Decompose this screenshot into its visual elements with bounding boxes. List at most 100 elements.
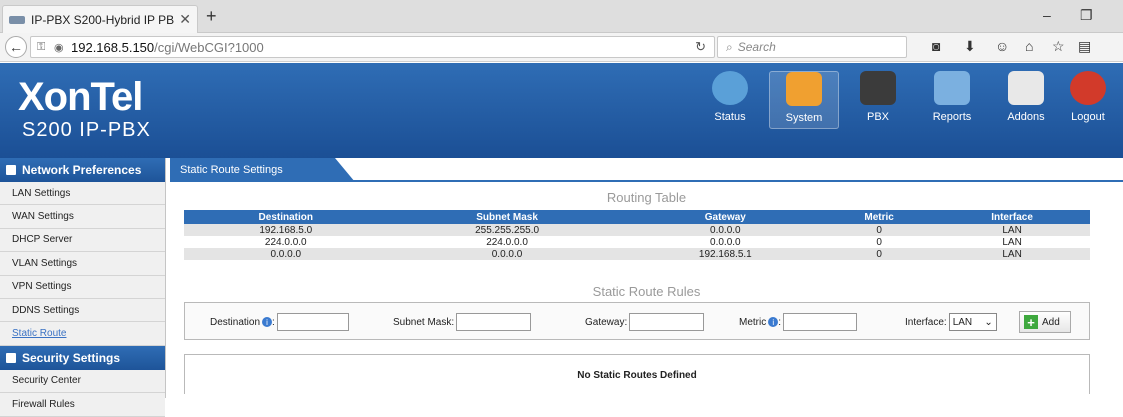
chat-icon[interactable]: ☺ bbox=[995, 38, 1009, 54]
topnav-addons-label: Addons bbox=[1007, 111, 1045, 123]
table-cell: 0.0.0.0 bbox=[387, 248, 627, 260]
table-row: 192.168.5.0 255.255.255.0 0.0.0.0 0 LAN bbox=[184, 224, 1090, 236]
destination-field-group: Destination i: bbox=[210, 313, 349, 331]
sidebar-item-firewall-rules[interactable]: Firewall Rules bbox=[0, 393, 165, 417]
column-header: Interface bbox=[934, 210, 1090, 224]
info-icon[interactable]: i bbox=[262, 317, 273, 327]
reload-icon[interactable]: ↻ bbox=[695, 39, 706, 55]
destination-field[interactable] bbox=[276, 313, 349, 331]
routing-table: Destination Subnet Mask Gateway Metric I… bbox=[184, 210, 1090, 260]
column-header: Metric bbox=[824, 210, 935, 224]
plus-icon: + bbox=[1024, 315, 1038, 330]
topnav-addons[interactable]: Addons bbox=[991, 71, 1061, 123]
app-header: XonTel S200 IP-PBX Status System PBX Rep… bbox=[0, 63, 1123, 158]
reader-icon[interactable]: ▤ bbox=[1078, 38, 1091, 55]
metric-field[interactable] bbox=[783, 313, 858, 331]
browser-nav-bar: ← ⚿ ◉ 192.168.5.150/cgi/WebCGI?1000 ↻ ⌕ … bbox=[0, 33, 1123, 62]
browser-tab[interactable]: IP-PBX S200-Hybrid IP PB... ✕ bbox=[2, 5, 198, 33]
brand-model: S200 IP-PBX bbox=[22, 119, 151, 141]
minimize-icon[interactable]: – bbox=[1043, 7, 1051, 23]
static-route-form: Destination i: Subnet Mask: Gateway: Met… bbox=[184, 302, 1090, 340]
chevron-down-icon: ⌄ bbox=[984, 316, 993, 328]
sidebar-item-ddns-settings[interactable]: DDNS Settings bbox=[0, 298, 165, 323]
table-cell: 192.168.5.0 bbox=[184, 224, 388, 236]
logout-icon bbox=[1070, 71, 1106, 105]
search-icon: ⌕ bbox=[726, 39, 733, 54]
download-icon[interactable]: ⬇ bbox=[964, 38, 976, 55]
reports-icon bbox=[934, 71, 970, 105]
destination-label: Destination bbox=[210, 316, 261, 328]
topnav-reports[interactable]: Reports bbox=[917, 71, 987, 123]
sidebar-item-vpn-settings[interactable]: VPN Settings bbox=[0, 275, 165, 299]
search-input[interactable]: ⌕ Search bbox=[717, 36, 907, 58]
interface-select-value: LAN bbox=[952, 316, 973, 328]
site-favicon-icon bbox=[9, 15, 25, 24]
sidebar-item-dhcp-server[interactable]: DHCP Server bbox=[0, 228, 165, 253]
page-title: Static Route Settings bbox=[170, 158, 355, 182]
topnav-pbx[interactable]: PBX bbox=[843, 71, 913, 123]
new-tab-icon[interactable]: + bbox=[206, 6, 217, 27]
table-cell: LAN bbox=[934, 248, 1090, 260]
table-row: 0.0.0.0 0.0.0.0 192.168.5.1 0 LAN bbox=[184, 248, 1090, 260]
pocket-icon[interactable]: ◙ bbox=[932, 38, 940, 54]
empty-state-message: No Static Routes Defined bbox=[577, 370, 697, 381]
interface-field-group: Interface: LAN ⌄ bbox=[905, 313, 997, 331]
subnet-mask-field[interactable] bbox=[456, 313, 532, 331]
topnav-system[interactable]: System bbox=[769, 71, 839, 129]
home-icon[interactable]: ⌂ bbox=[1025, 38, 1033, 54]
topnav-status[interactable]: Status bbox=[695, 71, 765, 123]
sidebar-item-security-center[interactable]: Security Center bbox=[0, 369, 165, 394]
sidebar: Network Preferences LAN Settings WAN Set… bbox=[0, 158, 166, 417]
subnet-field-group: Subnet Mask: bbox=[393, 313, 532, 331]
sidebar-header-security[interactable]: Security Settings bbox=[0, 345, 165, 370]
interface-label: Interface: bbox=[905, 316, 947, 328]
collapse-icon bbox=[6, 352, 16, 363]
static-routes-list: No Static Routes Defined bbox=[184, 354, 1090, 394]
status-icon bbox=[712, 71, 748, 105]
routing-table-title: Routing Table bbox=[606, 190, 687, 205]
topnav-system-label: System bbox=[785, 112, 823, 124]
static-route-rules-title: Static Route Rules bbox=[592, 284, 701, 299]
sidebar-header-label: Network Preferences bbox=[22, 163, 142, 177]
url-path: /cgi/WebCGI?1000 bbox=[154, 39, 264, 55]
table-row: 224.0.0.0 224.0.0.0 0.0.0.0 0 LAN bbox=[184, 236, 1090, 248]
table-cell: 0.0.0.0 bbox=[626, 224, 825, 236]
metric-label: Metric bbox=[739, 316, 767, 328]
sidebar-item-wan-settings[interactable]: WAN Settings bbox=[0, 205, 165, 229]
table-cell: LAN bbox=[934, 236, 1090, 248]
address-bar[interactable]: ⚿ ◉ 192.168.5.150/cgi/WebCGI?1000 ↻ bbox=[30, 36, 715, 58]
interface-select[interactable]: LAN ⌄ bbox=[948, 313, 997, 331]
sidebar-item-lan-settings[interactable]: LAN Settings bbox=[0, 182, 165, 206]
browser-tab-bar: IP-PBX S200-Hybrid IP PB... ✕ + – ❐ bbox=[0, 0, 1123, 33]
add-route-button[interactable]: + Add bbox=[1019, 311, 1071, 333]
topnav-reports-label: Reports bbox=[932, 111, 972, 123]
globe-icon: ◉ bbox=[54, 41, 64, 54]
gateway-field-group: Gateway: bbox=[585, 313, 705, 331]
table-cell: 0.0.0.0 bbox=[184, 248, 388, 260]
restore-icon[interactable]: ❐ bbox=[1080, 7, 1093, 24]
close-tab-icon[interactable]: ✕ bbox=[179, 11, 191, 28]
brand-name: XonTel bbox=[18, 75, 143, 119]
subnet-mask-label: Subnet Mask: bbox=[393, 316, 455, 328]
column-header: Subnet Mask bbox=[387, 210, 627, 224]
page-tab-header: Static Route Settings bbox=[170, 158, 1123, 182]
gateway-field[interactable] bbox=[629, 313, 705, 331]
sidebar-item-vlan-settings[interactable]: VLAN Settings bbox=[0, 252, 165, 276]
table-cell: 0 bbox=[824, 236, 935, 248]
table-cell: 0.0.0.0 bbox=[626, 236, 825, 248]
info-icon[interactable]: i bbox=[768, 317, 779, 327]
sidebar-item-static-route[interactable]: Static Route bbox=[0, 322, 165, 346]
column-header: Destination bbox=[184, 210, 388, 224]
collapse-icon bbox=[6, 165, 16, 175]
add-button-label: Add bbox=[1042, 316, 1060, 328]
back-icon[interactable]: ← bbox=[5, 36, 27, 58]
topnav-logout[interactable]: Logout bbox=[1053, 71, 1123, 123]
topnav-pbx-label: PBX bbox=[866, 111, 889, 123]
table-cell: 0 bbox=[824, 224, 935, 236]
bookmark-star-icon[interactable]: ☆ bbox=[1052, 38, 1065, 55]
search-placeholder: Search bbox=[737, 40, 776, 54]
sidebar-header-network[interactable]: Network Preferences bbox=[0, 158, 165, 182]
browser-tab-title: IP-PBX S200-Hybrid IP PB... bbox=[31, 12, 176, 27]
system-icon bbox=[786, 72, 822, 106]
pbx-icon bbox=[860, 71, 896, 105]
